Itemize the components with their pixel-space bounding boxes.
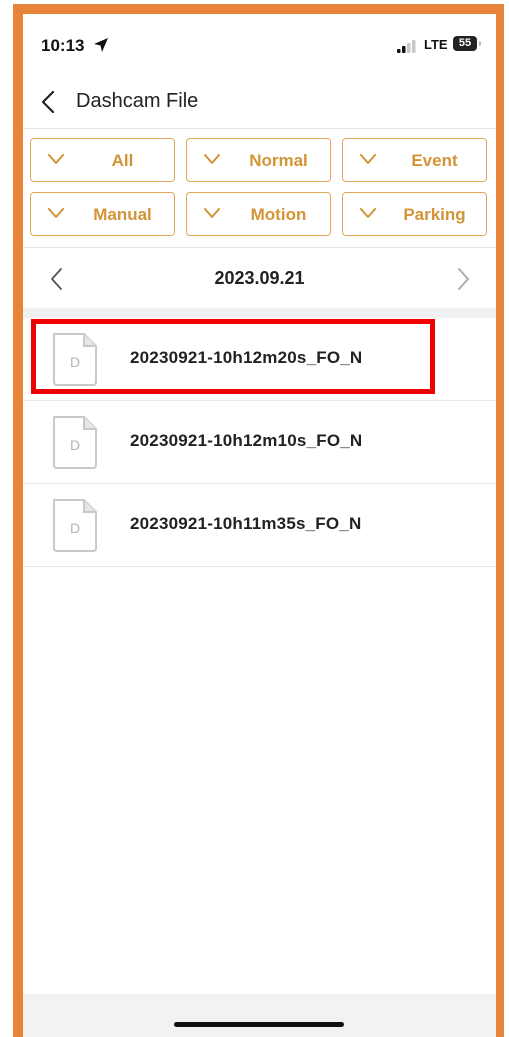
- current-date: 2023.09.21: [214, 268, 305, 288]
- file-row[interactable]: D 20230921-10h11m35s_FO_N: [23, 484, 496, 567]
- filter-label: Event: [411, 151, 458, 170]
- battery-tip: [479, 41, 481, 46]
- bottom-bar: [23, 994, 496, 1037]
- filter-chip-motion[interactable]: Motion: [186, 192, 331, 236]
- divider: [23, 247, 496, 248]
- filter-chips: All Normal Event Manual Motion Parking: [23, 132, 496, 248]
- check-icon: [204, 154, 220, 164]
- battery-icon: 55: [453, 36, 477, 51]
- document-icon: D: [53, 499, 97, 552]
- nav-header: Dashcam File: [23, 76, 496, 129]
- check-icon: [48, 154, 64, 164]
- phone-screen: 10:13 LTE 55 Dashcam File All Normal Eve…: [23, 14, 496, 1037]
- document-icon: D: [53, 416, 97, 469]
- file-row[interactable]: D 20230921-10h12m10s_FO_N: [23, 401, 496, 484]
- check-icon: [204, 208, 220, 218]
- file-name: 20230921-10h12m10s_FO_N: [130, 431, 363, 450]
- filter-chip-normal[interactable]: Normal: [186, 138, 331, 182]
- filter-chip-all[interactable]: All: [30, 138, 175, 182]
- page-title: Dashcam File: [76, 90, 199, 112]
- check-icon: [360, 208, 376, 218]
- filter-chip-manual[interactable]: Manual: [30, 192, 175, 236]
- filter-label: All: [111, 151, 134, 170]
- file-name: 20230921-10h11m35s_FO_N: [130, 514, 362, 533]
- network-type: LTE: [424, 37, 448, 52]
- filter-label: Parking: [403, 205, 466, 224]
- status-bar: 10:13 LTE 55: [23, 14, 496, 74]
- location-arrow-icon: [94, 38, 108, 52]
- file-type-letter: D: [70, 520, 80, 536]
- filter-label: Manual: [93, 205, 152, 224]
- home-indicator[interactable]: [174, 1022, 344, 1027]
- filter-label: Normal: [249, 151, 308, 170]
- selection-highlight: [31, 319, 435, 394]
- back-button[interactable]: [35, 86, 63, 118]
- filter-chip-parking[interactable]: Parking: [342, 192, 487, 236]
- date-navigator: 2023.09.21: [23, 250, 496, 308]
- check-icon: [360, 154, 376, 164]
- check-icon: [48, 208, 64, 218]
- file-type-letter: D: [70, 437, 80, 453]
- status-time: 10:13: [41, 36, 85, 55]
- filter-label: Motion: [250, 205, 307, 224]
- filter-chip-event[interactable]: Event: [342, 138, 487, 182]
- section-separator: [23, 308, 496, 318]
- next-date-button[interactable]: [453, 265, 473, 293]
- signal-bars-icon: [397, 40, 416, 53]
